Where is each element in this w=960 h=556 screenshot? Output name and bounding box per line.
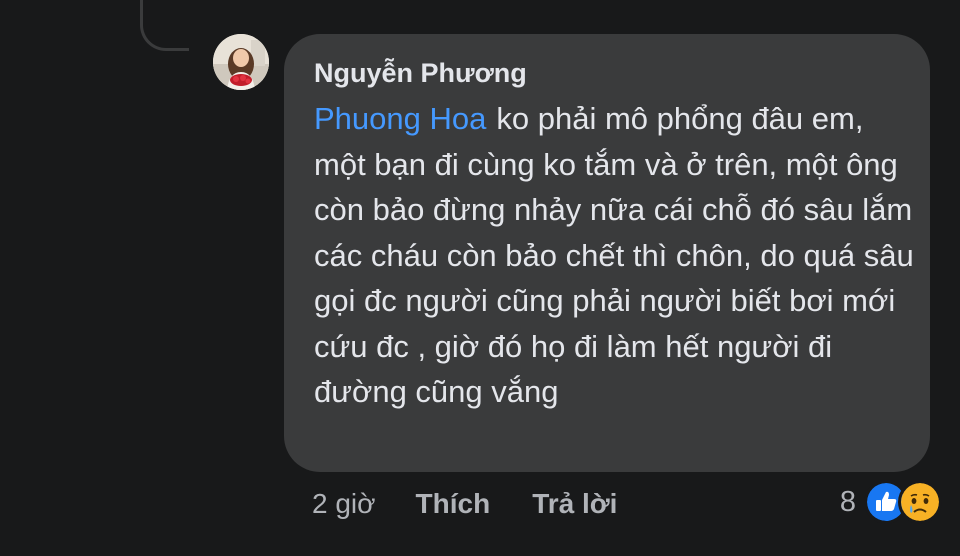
comment-body: Phuong Hoa ko phải mô phổng đâu em, một b… [314, 96, 914, 415]
reaction-summary[interactable]: 8 [840, 480, 942, 524]
reaction-icons [864, 480, 942, 524]
reply-thread-connector [140, 0, 189, 51]
avatar[interactable] [213, 34, 269, 90]
comment-timestamp[interactable]: 2 giờ [312, 488, 376, 520]
reply-button[interactable]: Trả lời [532, 488, 617, 520]
avatar-photo [213, 34, 269, 90]
comment-actions: 2 giờ Thích Trả lời [312, 484, 617, 524]
comment-bubble: Nguyễn Phương Phuong Hoa ko phải mô phổng… [284, 34, 930, 472]
sad-reaction-icon [898, 480, 942, 524]
comment-thread: Nguyễn Phương Phuong Hoa ko phải mô phổng… [0, 0, 960, 556]
like-button[interactable]: Thích [416, 488, 491, 520]
comment-text: ko phải mô phổng đâu em, một bạn đi cùng… [314, 101, 914, 409]
mention-link[interactable]: Phuong Hoa [314, 101, 486, 136]
reaction-count: 8 [839, 485, 856, 518]
comment-author[interactable]: Nguyễn Phương [314, 56, 900, 90]
